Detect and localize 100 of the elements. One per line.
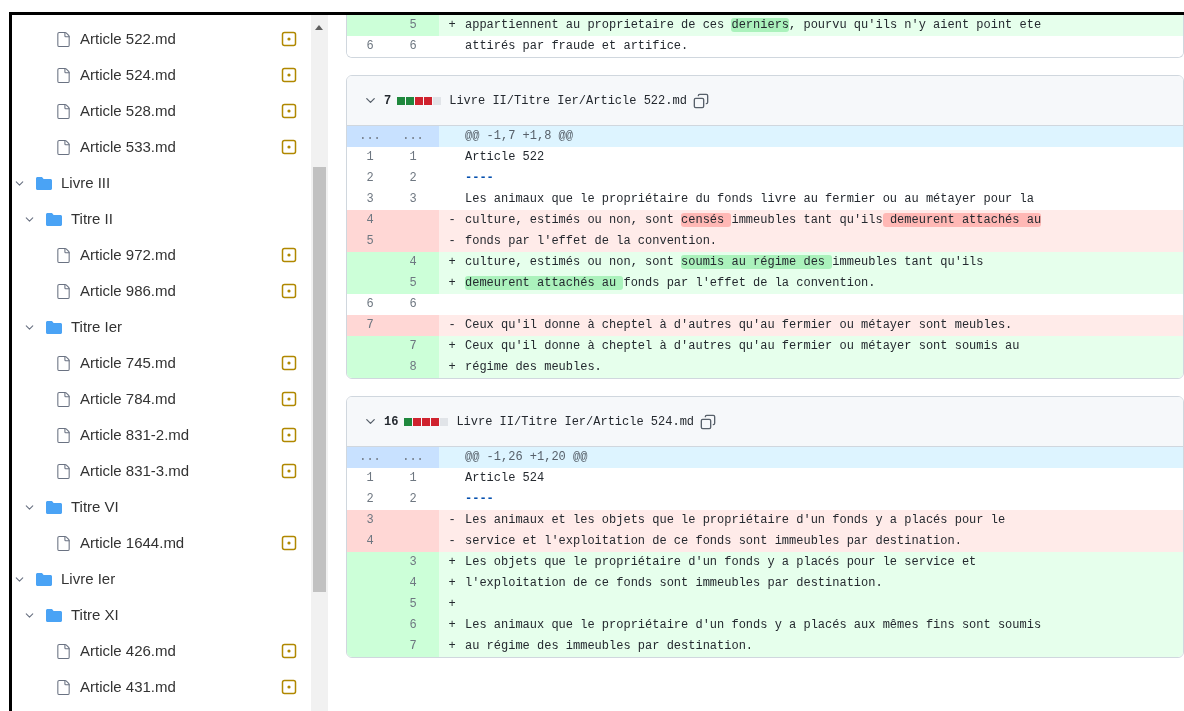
file-name: Article 524.md xyxy=(80,64,177,85)
file-icon xyxy=(55,138,72,156)
new-line-number: 5 xyxy=(409,275,417,292)
file-name: Article 528.md xyxy=(80,100,177,121)
file-row[interactable]: Article 831-3.md xyxy=(12,453,311,489)
file-path[interactable]: Livre II/Titre Ier/Article 524.md xyxy=(456,412,695,431)
code-line: attirés par fraude et artifice. xyxy=(465,38,689,55)
new-line-number: 6 xyxy=(409,38,417,55)
folder-row[interactable]: Titre Ier xyxy=(12,309,311,345)
file-name: Article 522.md xyxy=(80,28,177,49)
new-line-number: 2 xyxy=(409,491,417,508)
file-row[interactable]: Article 533.md xyxy=(12,129,311,165)
change-count: 16 xyxy=(384,413,399,431)
scroll-up-icon[interactable] xyxy=(315,25,323,30)
copy-icon[interactable] xyxy=(700,413,717,430)
file-row[interactable]: Article 522.md xyxy=(12,21,311,57)
code-line: ---- xyxy=(465,170,494,187)
code-line: régime des meubles. xyxy=(465,359,602,376)
old-line-number: 5 xyxy=(366,233,374,250)
folder-icon xyxy=(35,571,53,587)
code-line: Ceux qu'il donne à cheptel à d'autres qu'au fermier ou métayer sont soumis au xyxy=(465,338,1020,355)
old-line-number: ... xyxy=(359,128,381,145)
copy-icon[interactable] xyxy=(692,92,709,109)
old-line-number: 2 xyxy=(366,170,374,187)
file-icon xyxy=(55,390,72,408)
folder-row[interactable]: Livre Ier xyxy=(12,561,311,597)
new-line-number: 7 xyxy=(409,638,417,655)
code-line: ---- xyxy=(465,491,494,508)
diff-sign: - xyxy=(448,212,456,229)
folder-name: Titre II xyxy=(71,208,113,229)
file-name: Article 986.md xyxy=(80,280,177,301)
new-line-number: 3 xyxy=(409,191,417,208)
diff-sign: - xyxy=(448,317,456,334)
file-name: Article 745.md xyxy=(80,352,177,373)
diff-sign: - xyxy=(448,533,456,550)
old-line-number: 1 xyxy=(366,470,374,487)
code-line: culture, estimés ou non, sont soumis au régime des immeubles tant qu'ils xyxy=(465,254,984,271)
code-line: l'exploitation de ce fonds sont immeubles par destination. xyxy=(465,575,883,592)
new-line-number: ... xyxy=(402,128,424,145)
code-line: au régime des immeubles par destination. xyxy=(465,638,754,655)
file-name: Article 1644.md xyxy=(80,532,186,553)
old-line-number: 1 xyxy=(366,149,374,166)
file-icon xyxy=(55,462,72,480)
folder-row[interactable]: Titre XI xyxy=(12,597,311,633)
folder-icon xyxy=(45,499,63,515)
old-line-number: 3 xyxy=(366,191,374,208)
file-name: Article 784.md xyxy=(80,388,177,409)
code-line: appartiennent au proprietaire de ces derniers, pourvu qu'ils n'y aient point ete xyxy=(465,17,1042,34)
new-line-number: 6 xyxy=(409,617,417,634)
code-line: Article 524 xyxy=(465,470,545,487)
folder-icon xyxy=(45,211,63,227)
new-line-number: ... xyxy=(402,449,424,466)
file-row[interactable]: Article 972.md xyxy=(12,237,311,273)
old-line-number: 3 xyxy=(366,512,374,529)
file-name: Article 831-2.md xyxy=(80,424,191,445)
scrollbar[interactable] xyxy=(311,15,328,711)
new-line-number: 4 xyxy=(409,254,417,271)
file-row[interactable]: Article 745.md xyxy=(12,345,311,381)
diff-sign: - xyxy=(448,512,456,529)
folder-name: Titre Ier xyxy=(71,316,123,337)
file-row[interactable]: Article 431.md xyxy=(12,669,311,705)
folder-row[interactable]: Livre III xyxy=(12,165,311,201)
diff-sign: + xyxy=(448,575,456,592)
file-path[interactable]: Livre II/Titre Ier/Article 522.md xyxy=(449,91,687,110)
new-line-number: 6 xyxy=(409,296,417,313)
diff-sign: + xyxy=(448,359,456,376)
folder-row[interactable]: Titre VI xyxy=(12,489,311,525)
file-row[interactable]: Article 528.md xyxy=(12,93,311,129)
code-line: Article 522 xyxy=(465,149,545,166)
file-name: Article 426.md xyxy=(80,640,177,661)
code-line: @@ -1,26 +1,20 @@ xyxy=(465,449,588,466)
file-row[interactable]: Article 1644.md xyxy=(12,525,311,561)
scrollbar-thumb[interactable] xyxy=(313,167,326,592)
folder-name: Livre III xyxy=(61,172,111,193)
old-line-number: ... xyxy=(359,449,381,466)
code-line: Les animaux et les objets que le propriétaire d'un fonds y a placés pour le xyxy=(465,512,1006,529)
file-icon xyxy=(55,354,72,372)
code-line: Les objets que le propriétaire d'un fonds y a placés pour le service et xyxy=(465,554,977,571)
code-line: Les animaux que le propriétaire d'un fonds y a placés aux mêmes fins sont soumis xyxy=(465,617,1042,634)
new-line-number: 3 xyxy=(409,554,417,571)
code-line: service et l'exploitation de ce fonds sont immeubles par destination. xyxy=(465,533,962,550)
diff-sign: + xyxy=(448,338,456,355)
file-row[interactable]: Article 784.md xyxy=(12,381,311,417)
new-line-number: 8 xyxy=(409,359,417,376)
diff-sign: - xyxy=(448,233,456,250)
file-icon xyxy=(55,246,72,264)
file-row[interactable]: Article 426.md xyxy=(12,633,311,669)
file-row[interactable]: Article 524.md xyxy=(12,57,311,93)
file-row[interactable]: Article 986.md xyxy=(12,273,311,309)
folder-icon xyxy=(35,175,53,191)
new-line-number: 5 xyxy=(409,596,417,613)
file-icon xyxy=(55,678,72,696)
file-row[interactable]: Article 831-2.md xyxy=(12,417,311,453)
file-name: Article 831-3.md xyxy=(80,460,191,481)
file-name: Article 972.md xyxy=(80,244,177,265)
old-line-number: 7 xyxy=(366,317,374,334)
old-line-number: 4 xyxy=(366,212,374,229)
file-icon xyxy=(55,30,72,48)
folder-row[interactable]: Titre II xyxy=(12,201,311,237)
new-line-number: 4 xyxy=(409,575,417,592)
